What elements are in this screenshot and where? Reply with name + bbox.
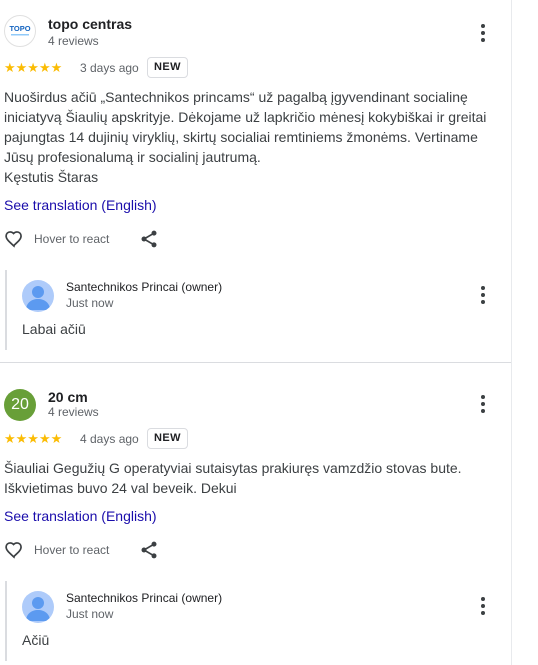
rating-stars: ★★★★★ (4, 60, 63, 75)
owner-name: Santechnikos Princai (owner) (66, 591, 223, 605)
review-date: 4 days ago (80, 432, 139, 446)
see-translation-link[interactable]: See translation (English) (4, 508, 157, 524)
share-icon[interactable] (139, 540, 159, 560)
review-text-line: pajungtas 14 dujinių viryklių, skirtų so… (4, 129, 478, 145)
hover-to-react-label: Hover to react (34, 232, 110, 246)
reviewer-review-count: 4 reviews (48, 405, 99, 419)
svg-text:TOPO: TOPO (9, 24, 30, 33)
hover-to-react-label: Hover to react (34, 543, 110, 557)
review-text: Nuoširdus ačiū „Santechnikos princams“ u… (4, 87, 494, 187)
owner-more-options-icon[interactable] (474, 284, 492, 306)
owner-reply-time: Just now (66, 607, 114, 621)
person-icon (26, 597, 50, 621)
owner-more-options-icon[interactable] (474, 595, 492, 617)
owner-name: Santechnikos Princai (owner) (66, 280, 223, 294)
new-badge: NEW (147, 428, 188, 449)
owner-reply-text: Ačiū (22, 632, 50, 648)
reviewer-review-count: 4 reviews (48, 34, 99, 48)
reviews-panel: TOPO topo centras 4 reviews ★★★★★ 3 days… (0, 0, 512, 665)
owner-reply-text: Labai ačiū (22, 321, 86, 337)
new-badge: NEW (147, 57, 188, 78)
review-text-line: Šiauliai Gegužių G operatyviai sutaisyta… (4, 460, 462, 476)
review-card: 20 20 cm 4 reviews ★★★★★ 4 days ago NEW … (0, 363, 512, 665)
review-text: Šiauliai Gegužių G operatyviai sutaisyta… (4, 458, 494, 498)
owner-avatar (22, 280, 54, 312)
review-text-line: iniciatyvą Šiaulių apskrityje. Dėkojame … (4, 109, 487, 125)
review-card: TOPO topo centras 4 reviews ★★★★★ 3 days… (0, 0, 512, 362)
more-options-icon[interactable] (474, 393, 492, 415)
review-date: 3 days ago (80, 61, 139, 75)
rating-stars: ★★★★★ (4, 431, 63, 446)
reviewer-avatar[interactable]: TOPO (4, 15, 36, 47)
owner-reply-time: Just now (66, 296, 114, 310)
heart-icon[interactable] (4, 229, 24, 249)
reviewer-avatar[interactable]: 20 (4, 389, 36, 421)
panel-edge (511, 0, 512, 665)
share-icon[interactable] (139, 229, 159, 249)
heart-icon[interactable] (4, 540, 24, 560)
reviewer-name[interactable]: 20 cm (48, 389, 88, 405)
see-translation-link[interactable]: See translation (English) (4, 197, 157, 213)
review-text-line: Nuoširdus ačiū „Santechnikos princams“ u… (4, 89, 468, 105)
owner-avatar (22, 591, 54, 623)
review-text-line: Iškvietimas buvo 24 val beveik. Dekui (4, 480, 237, 496)
owner-reply-bar (5, 581, 7, 661)
topo-logo-icon: TOPO (9, 24, 31, 36)
review-text-line: Jūsų profesionalumą ir socialinį jautrum… (4, 149, 261, 165)
person-icon (26, 286, 50, 310)
owner-reply-bar (5, 270, 7, 350)
more-options-icon[interactable] (474, 22, 492, 44)
review-text-line: Kęstutis Štaras (4, 169, 99, 185)
reviewer-name[interactable]: topo centras (48, 16, 132, 32)
